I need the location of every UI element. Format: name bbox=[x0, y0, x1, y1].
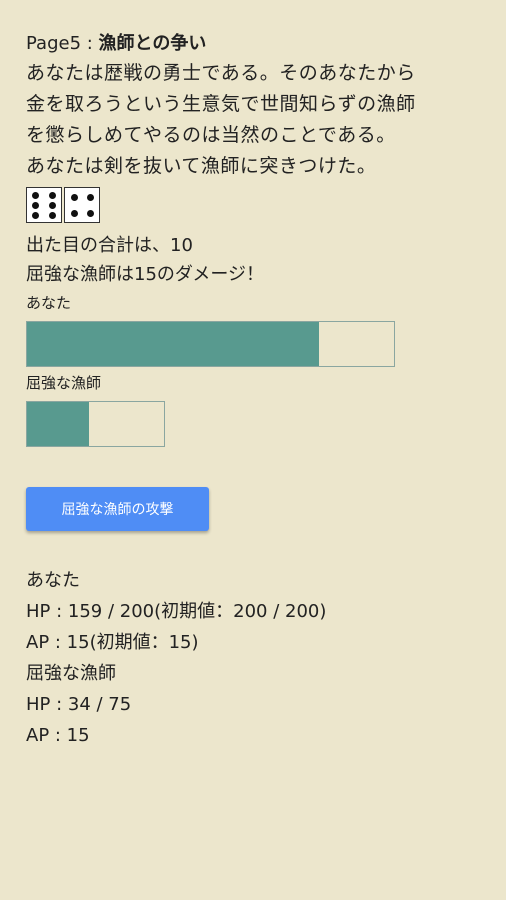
die-four-icon bbox=[64, 187, 100, 223]
player-hp-text: HP : 159 / 200(初期値：200 / 200) bbox=[26, 601, 327, 622]
enemy-ap-text: AP : 15 bbox=[26, 725, 90, 746]
die-six-icon bbox=[26, 187, 62, 223]
dice-sum-text: 出た目の合計は、10 bbox=[26, 235, 193, 256]
player-name: あなた bbox=[26, 570, 80, 591]
story-line: あなたは剣を抜いて漁師に突きつけた。 bbox=[26, 155, 377, 177]
story-line: 金を取ろうという生意気で世間知らずの漁師 bbox=[26, 93, 416, 115]
enemy-hp-text: HP : 34 / 75 bbox=[26, 694, 132, 715]
enemy-hp-fill bbox=[27, 402, 90, 446]
story-line: を懲らしめてやるのは当然のことである。 bbox=[26, 124, 396, 146]
story-line: あなたは歴戦の勇士である。そのあなたから bbox=[26, 62, 416, 84]
enemy-attack-button[interactable]: 屈強な漁師の攻撃 bbox=[26, 487, 209, 531]
roll-result: 出た目の合計は、10 屈強な漁師は15のダメージ！ bbox=[26, 231, 486, 289]
page-title: 漁師との争い bbox=[98, 33, 207, 54]
enemy-hp-bar bbox=[26, 401, 165, 447]
dice-row bbox=[26, 187, 486, 225]
stats-panel: あなた HP : 159 / 200(初期値：200 / 200) AP : 1… bbox=[26, 565, 486, 751]
page-header: Page5 : 漁師との争い bbox=[26, 30, 486, 58]
damage-text: 屈強な漁師は15のダメージ！ bbox=[26, 264, 265, 285]
game-page: Page5 : 漁師との争い あなたは歴戦の勇士である。そのあなたから 金を取ろ… bbox=[26, 30, 486, 751]
player-hp-bar bbox=[26, 321, 395, 367]
player-hp-fill bbox=[27, 322, 319, 366]
enemy-name: 屈強な漁師 bbox=[26, 663, 116, 684]
enemy-bar-label: 屈強な漁師 bbox=[26, 374, 102, 392]
page-number: Page5 : bbox=[26, 33, 99, 54]
story-text: あなたは歴戦の勇士である。そのあなたから 金を取ろうという生意気で世間知らずの漁… bbox=[26, 58, 486, 182]
player-ap-text: AP : 15(初期値：15) bbox=[26, 632, 199, 653]
player-bar-label: あなた bbox=[26, 294, 72, 312]
